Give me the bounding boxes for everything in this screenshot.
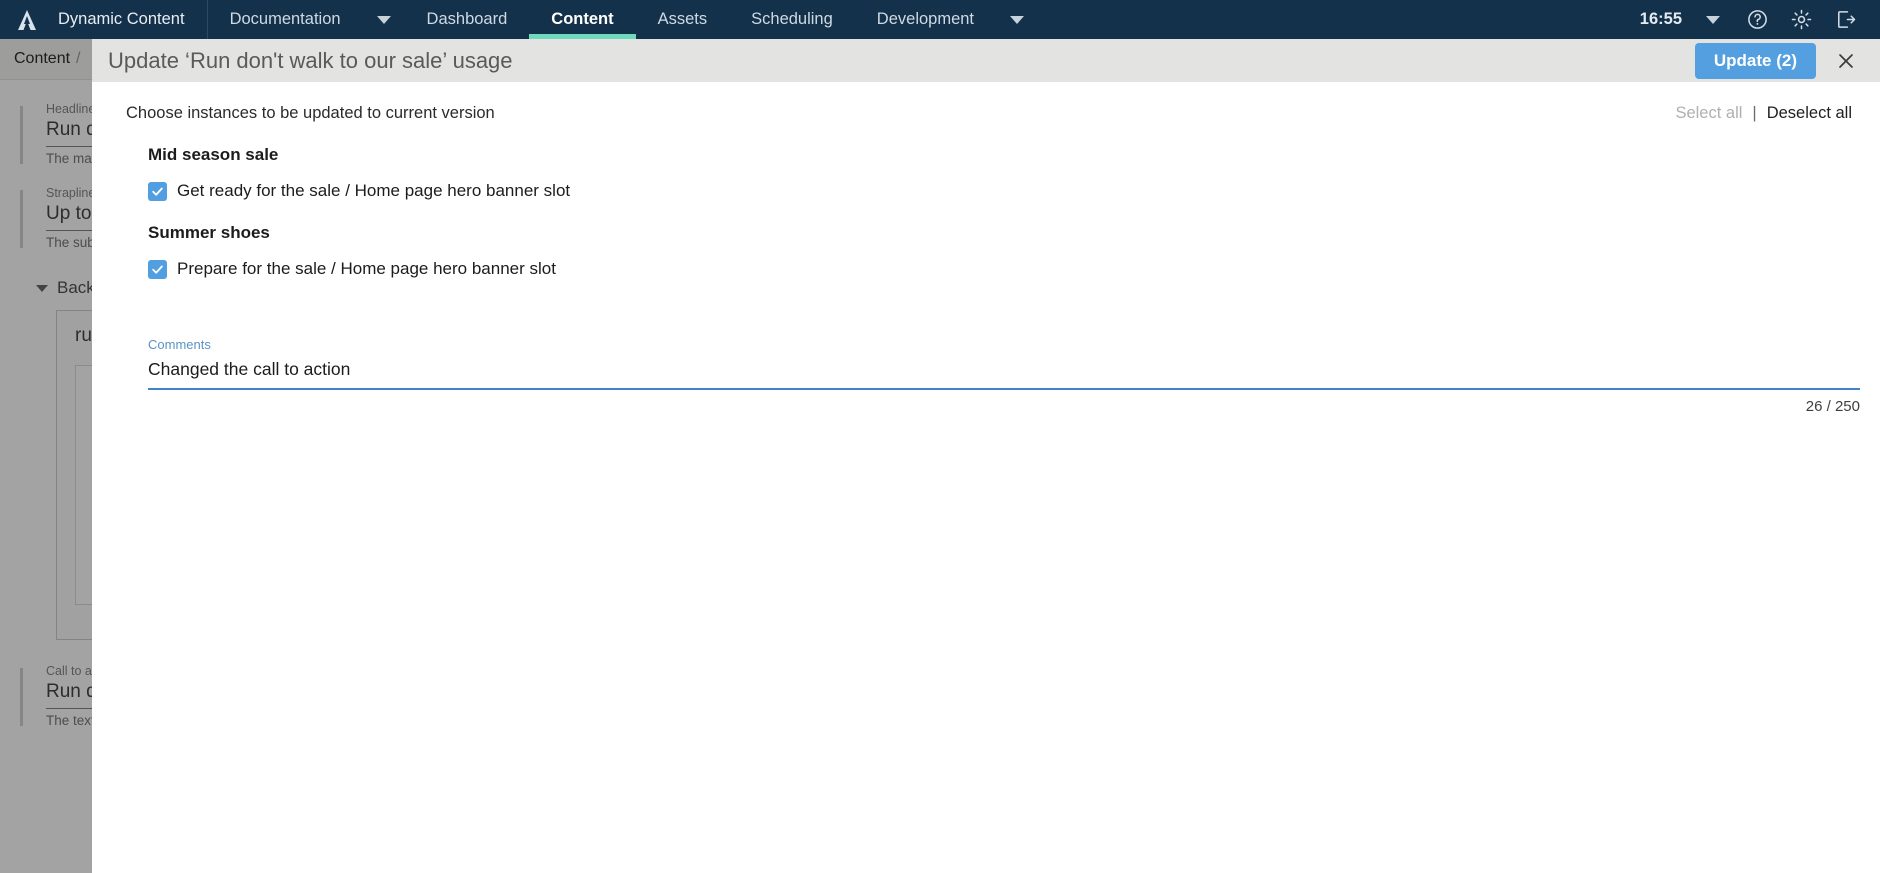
selection-links: Select all | Deselect all [1675, 104, 1852, 123]
dialog-title: Update ‘Run don't walk to our sale’ usag… [108, 47, 513, 73]
selection-links-separator: | [1752, 104, 1757, 122]
nav-tab-content[interactable]: Content [529, 0, 636, 39]
dialog-header-actions: Update (2) [1694, 42, 1860, 79]
instance-row[interactable]: Prepare for the sale / Home page hero ba… [148, 259, 1852, 279]
app-logo[interactable] [0, 0, 54, 39]
instance-group-summer-shoes: Summer shoes Prepare for the sale / Home… [126, 223, 1852, 279]
nav-tab-assets[interactable]: Assets [636, 0, 730, 39]
update-button[interactable]: Update (2) [1694, 42, 1816, 79]
comments-field-group: Comments 26 / 250 [148, 337, 1860, 415]
select-all-link[interactable]: Select all [1675, 104, 1742, 123]
nav-right-cluster: 16:55 [1632, 0, 1880, 39]
character-counter: 26 / 250 [1805, 398, 1860, 415]
dialog-instruction: Choose instances to be updated to curren… [126, 104, 495, 122]
deselect-all-link[interactable]: Deselect all [1767, 104, 1852, 123]
clock-time: 16:55 [1639, 10, 1682, 28]
documentation-chevron-down-icon[interactable] [363, 0, 405, 39]
update-usage-dialog: Update ‘Run don't walk to our sale’ usag… [92, 39, 1880, 873]
comments-label: Comments [148, 337, 211, 352]
nav-tab-scheduling[interactable]: Scheduling [729, 0, 855, 39]
dialog-instruction-row: Choose instances to be updated to curren… [126, 104, 1852, 123]
top-navigation-bar: Dynamic Content Documentation Dashboard … [0, 0, 1880, 39]
instance-row[interactable]: Get ready for the sale / Home page hero … [148, 181, 1852, 201]
help-circle-icon[interactable] [1736, 0, 1778, 39]
nav-tab-development[interactable]: Development [855, 0, 996, 39]
brand-name: Dynamic Content [54, 0, 208, 39]
instance-group-title: Summer shoes [148, 223, 270, 242]
nav-tab-documentation[interactable]: Documentation [208, 0, 363, 39]
gear-icon[interactable] [1780, 0, 1822, 39]
logout-icon[interactable] [1824, 0, 1866, 39]
instance-group-mid-season-sale: Mid season sale Get ready for the sale /… [126, 145, 1852, 201]
instance-group-title: Mid season sale [148, 145, 279, 164]
comments-input[interactable] [148, 357, 1860, 390]
instance-checkbox[interactable] [148, 181, 167, 201]
development-chevron-down-icon[interactable] [996, 0, 1038, 39]
close-icon[interactable] [1832, 47, 1860, 75]
dialog-body: Choose instances to be updated to curren… [92, 82, 1880, 873]
nav-tab-dashboard[interactable]: Dashboard [405, 0, 530, 39]
instance-label: Prepare for the sale / Home page hero ba… [177, 259, 556, 278]
nav-tab-list: Documentation Dashboard Content Assets S… [208, 0, 1038, 39]
instance-checkbox[interactable] [148, 259, 167, 279]
user-menu-chevron-down-icon[interactable] [1692, 0, 1734, 39]
instance-label: Get ready for the sale / Home page hero … [177, 181, 571, 200]
dialog-header: Update ‘Run don't walk to our sale’ usag… [92, 39, 1880, 82]
